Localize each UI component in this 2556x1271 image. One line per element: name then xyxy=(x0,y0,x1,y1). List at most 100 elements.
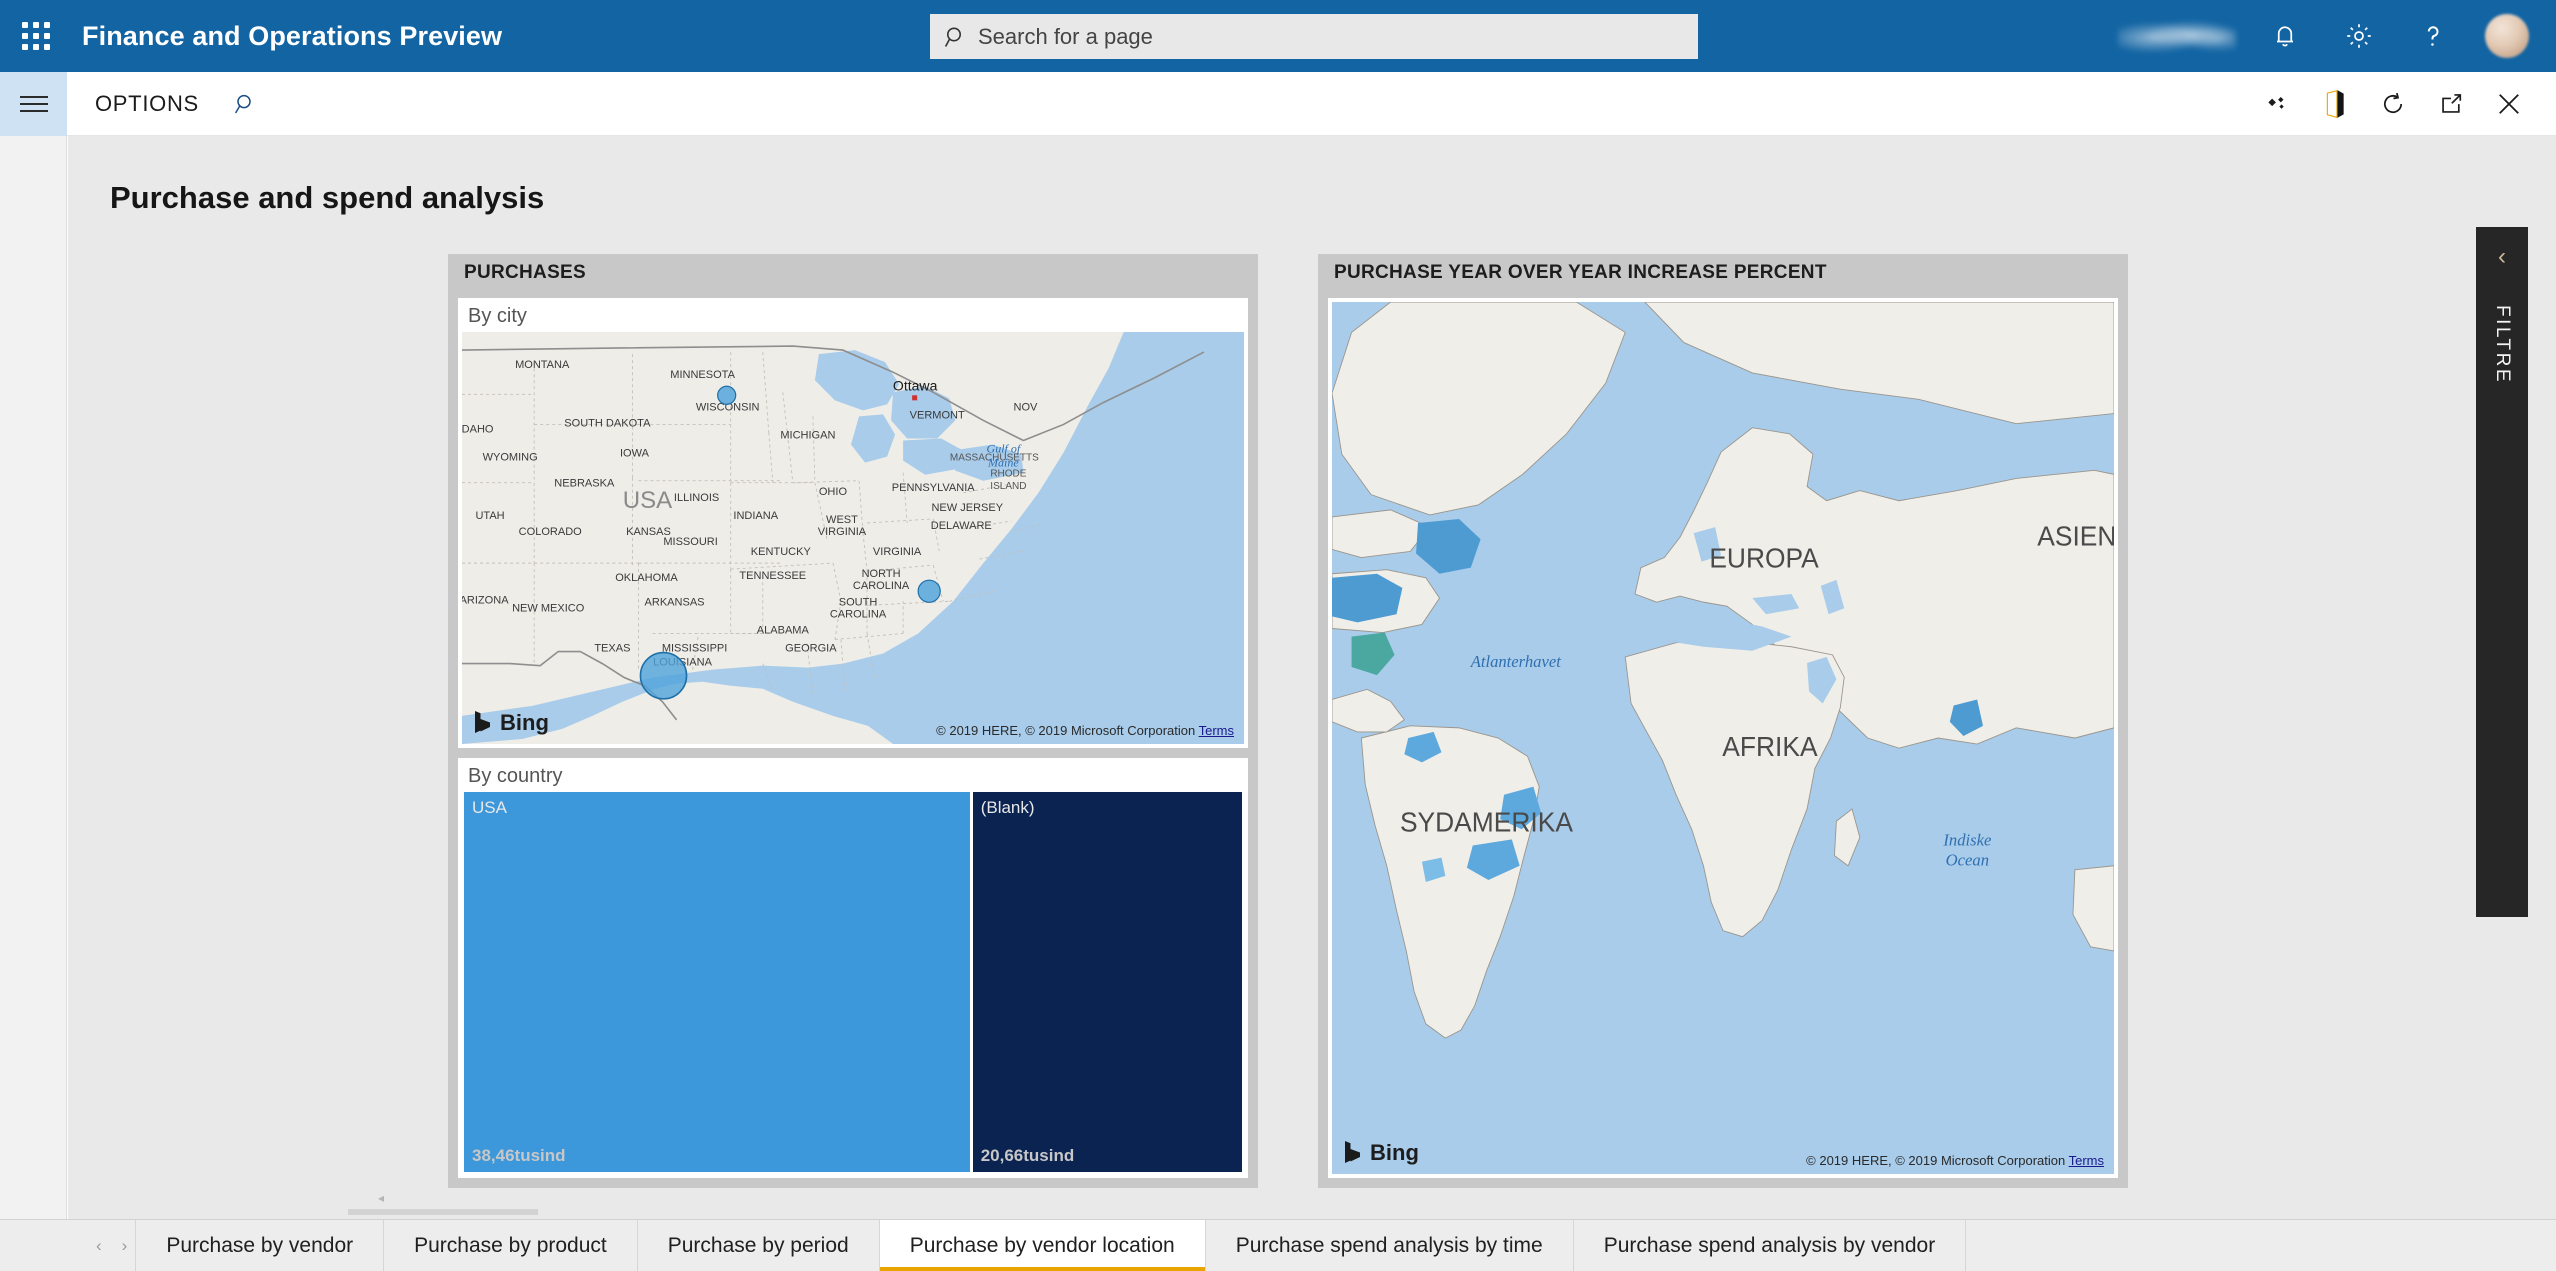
terms-link[interactable]: Terms xyxy=(2069,1153,2104,1168)
page-title: Purchase and spend analysis xyxy=(110,180,545,215)
treemap-cell-value: 20,66tusind xyxy=(980,1146,1075,1165)
svg-text:USA: USA xyxy=(623,487,673,514)
search-icon xyxy=(944,25,968,49)
settings-button[interactable] xyxy=(2322,0,2396,72)
left-navigation-rail xyxy=(0,136,67,1271)
map-attribution: © 2019 HERE, © 2019 Microsoft Corporatio… xyxy=(936,723,1234,738)
visual-world-map[interactable]: .cont{font-family:"Liberation Sans",sans… xyxy=(1328,298,2118,1178)
svg-text:TENNESSEE: TENNESSEE xyxy=(739,570,806,582)
bubble-houston[interactable] xyxy=(639,651,688,700)
office-app-button[interactable] xyxy=(2306,72,2364,136)
svg-text:Gulf of: Gulf of xyxy=(987,442,1022,456)
visual-title: By city xyxy=(468,305,527,327)
horizontal-scrollbar[interactable] xyxy=(348,1209,538,1215)
label-indiske-ocean-2: Ocean xyxy=(1946,850,1989,869)
treemap-cell-label: USA xyxy=(472,798,507,817)
bubble-south-carolina[interactable] xyxy=(917,579,941,603)
attach-button[interactable] xyxy=(2248,72,2306,136)
svg-text:DELAWARE: DELAWARE xyxy=(931,520,992,532)
bubble-minneapolis[interactable] xyxy=(717,385,737,405)
attach-icon xyxy=(2264,91,2290,117)
scroll-left-icon[interactable]: ◂ xyxy=(378,1191,384,1205)
svg-text:NOV: NOV xyxy=(1014,401,1039,413)
search-input[interactable] xyxy=(978,23,1684,50)
top-app-bar: Finance and Operations Preview xyxy=(0,0,2556,72)
treemap-cell-blank[interactable]: (Blank) 20,66tusind xyxy=(972,792,1242,1172)
tab-purchase-by-period[interactable]: Purchase by period xyxy=(636,1220,879,1271)
label-asien: ASIEN xyxy=(2037,521,2114,552)
country-treemap: USA 38,46tusind (Blank) 20,66tusind xyxy=(464,792,1242,1172)
svg-text:ARIZONA: ARIZONA xyxy=(462,594,509,606)
svg-text:MINNESOTA: MINNESOTA xyxy=(670,369,735,381)
options-button[interactable]: OPTIONS xyxy=(95,91,199,117)
terms-link[interactable]: Terms xyxy=(1199,723,1234,738)
us-bubble-map[interactable]: .st{font-family:"Liberation Sans",sans-s… xyxy=(462,332,1244,744)
tile-purchases: PURCHASES By city .st{font-family:"Liber… xyxy=(448,254,1258,1188)
svg-text:SOUTH: SOUTH xyxy=(839,596,878,608)
global-search[interactable] xyxy=(930,14,1698,59)
label-afrika: AFRIKA xyxy=(1722,732,1817,763)
office-icon xyxy=(2322,89,2348,119)
close-button[interactable] xyxy=(2480,72,2538,136)
svg-text:KENTUCKY: KENTUCKY xyxy=(751,546,812,558)
treemap-cell-label: (Blank) xyxy=(980,798,1035,817)
bing-mark-icon xyxy=(475,711,490,733)
svg-text:NORTH: NORTH xyxy=(862,568,901,580)
report-canvas: Purchase and spend analysis PURCHASES By… xyxy=(68,136,2556,1219)
svg-text:SOUTH DAKOTA: SOUTH DAKOTA xyxy=(564,417,651,429)
search-icon xyxy=(233,92,257,116)
bing-label: Bing xyxy=(1370,1140,1419,1165)
svg-text:MONTANA: MONTANA xyxy=(515,359,570,371)
bing-label: Bing xyxy=(500,710,549,735)
svg-text:UTAH: UTAH xyxy=(475,510,504,522)
close-icon xyxy=(2494,89,2524,119)
tab-purchase-spend-analysis-by-time[interactable]: Purchase spend analysis by time xyxy=(1204,1220,1573,1271)
refresh-button[interactable] xyxy=(2364,72,2422,136)
bing-logo: Bing xyxy=(472,710,549,736)
svg-text:MISSOURI: MISSOURI xyxy=(663,536,717,548)
toolbar-search-button[interactable] xyxy=(233,92,257,116)
tab-next-arrow[interactable]: › xyxy=(122,1236,128,1256)
svg-text:MICHIGAN: MICHIGAN xyxy=(780,430,835,442)
hamburger-icon xyxy=(19,91,48,117)
svg-text:NEW MEXICO: NEW MEXICO xyxy=(512,602,585,614)
tab-purchase-spend-analysis-by-vendor[interactable]: Purchase spend analysis by vendor xyxy=(1572,1220,1967,1271)
avatar xyxy=(2485,14,2529,58)
tab-purchase-by-vendor-location[interactable]: Purchase by vendor location xyxy=(878,1220,1205,1271)
visual-purchases-by-city[interactable]: By city .st{font-family:"Liberation Sans… xyxy=(458,298,1248,748)
open-in-new-icon xyxy=(2438,90,2465,117)
svg-text:CAROLINA: CAROLINA xyxy=(830,608,887,620)
label-indiske-ocean-1: Indiske xyxy=(1942,830,1991,849)
help-button[interactable] xyxy=(2396,0,2470,72)
tab-purchase-by-vendor[interactable]: Purchase by vendor xyxy=(135,1220,383,1271)
svg-text:COLORADO: COLORADO xyxy=(519,526,582,538)
chevron-left-icon[interactable]: ‹ xyxy=(2498,245,2506,269)
svg-text:ARKANSAS: ARKANSAS xyxy=(645,596,705,608)
svg-text:IOWA: IOWA xyxy=(620,448,650,460)
label-europa: EUROPA xyxy=(1709,543,1819,574)
svg-text:OKLAHOMA: OKLAHOMA xyxy=(615,572,678,584)
company-name-blurred xyxy=(2118,20,2236,52)
refresh-icon xyxy=(2379,90,2407,118)
svg-text:VIRGINIA: VIRGINIA xyxy=(818,526,867,538)
world-map-graphic: .cont{font-family:"Liberation Sans",sans… xyxy=(1332,302,2114,1174)
notifications-button[interactable] xyxy=(2248,0,2322,72)
open-in-new-window-button[interactable] xyxy=(2422,72,2480,136)
world-filled-map[interactable]: .cont{font-family:"Liberation Sans",sans… xyxy=(1332,302,2114,1174)
filter-panel-collapsed[interactable]: ‹ FILTRE xyxy=(2476,227,2528,917)
navigation-menu-button[interactable] xyxy=(0,71,67,136)
svg-text:ALABAMA: ALABAMA xyxy=(757,624,810,636)
visual-purchases-by-country[interactable]: By country USA 38,46tusind (Blank) 20,66… xyxy=(458,758,1248,1178)
user-account-button[interactable] xyxy=(2470,0,2544,72)
app-launcher-button[interactable] xyxy=(0,0,72,72)
svg-text:RHODE: RHODE xyxy=(990,469,1026,480)
map-attribution: © 2019 HERE, © 2019 Microsoft Corporatio… xyxy=(1806,1153,2104,1168)
svg-text:VIRGINIA: VIRGINIA xyxy=(873,546,922,558)
treemap-cell-usa[interactable]: USA 38,46tusind xyxy=(464,792,970,1172)
tab-purchase-by-product[interactable]: Purchase by product xyxy=(383,1220,637,1271)
tile-purchase-yoy: PURCHASE YEAR OVER YEAR INCREASE PERCENT… xyxy=(1318,254,2128,1188)
svg-text:PENNSYLVANIA: PENNSYLVANIA xyxy=(892,482,976,494)
treemap-cell-value: 38,46tusind xyxy=(472,1146,566,1165)
tab-prev-arrow[interactable]: ‹ xyxy=(96,1236,102,1256)
svg-text:OHIO: OHIO xyxy=(819,486,848,498)
